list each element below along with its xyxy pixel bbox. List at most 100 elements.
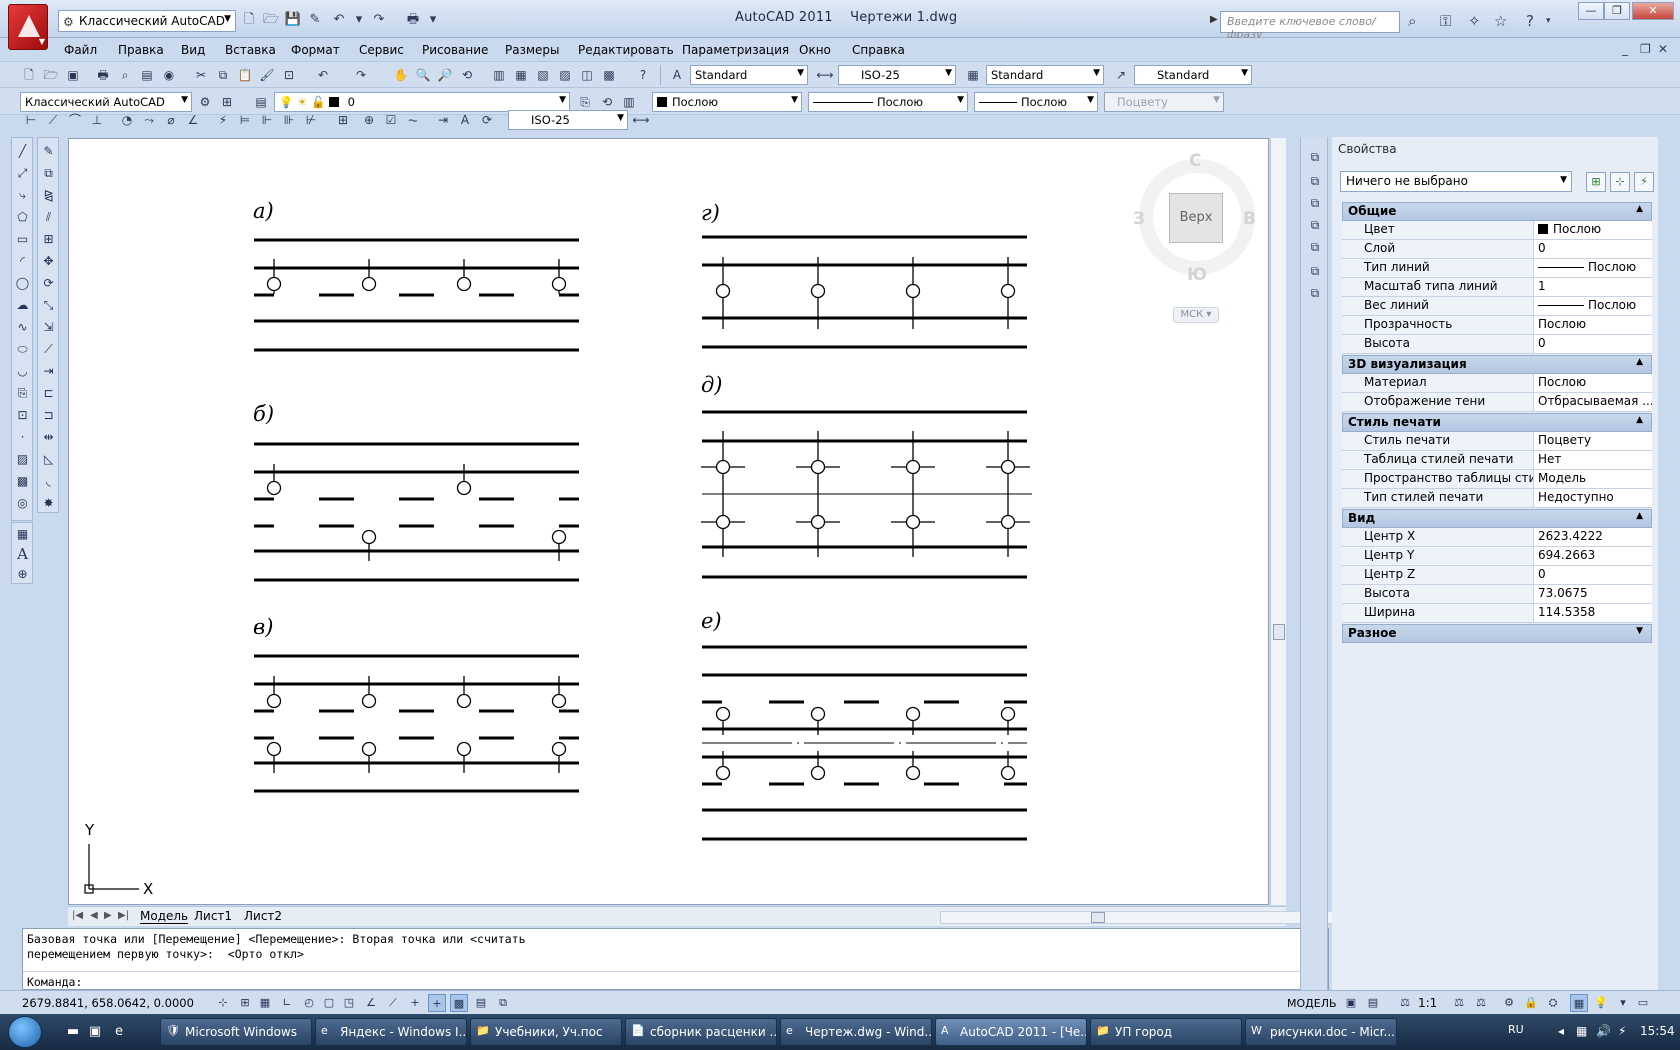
start-button[interactable] — [8, 1016, 42, 1048]
undo-dropdown-icon[interactable]: ▾ — [350, 11, 368, 29]
property-value-cell[interactable]: Отбрасываемая ... — [1534, 393, 1652, 411]
palette-icon-2[interactable]: ⧉ — [1305, 171, 1325, 191]
property-row[interactable]: Тип стилей печати Недоступно — [1342, 489, 1652, 508]
zoom-previous-icon[interactable]: ⟲ — [458, 66, 476, 84]
help-icon[interactable]: ? — [634, 66, 652, 84]
print-icon[interactable]: 🖶 — [404, 11, 422, 29]
move-icon[interactable]: ✥ — [39, 252, 58, 271]
help-icon[interactable]: ? — [1526, 12, 1534, 30]
tray-clock[interactable]: 15:54 — [1640, 1024, 1675, 1038]
construction-line-icon[interactable]: ⤢ — [13, 164, 32, 183]
grid-display-icon[interactable]: ▦ — [256, 994, 274, 1012]
property-row[interactable]: Вес линий Послою — [1342, 297, 1652, 316]
multileader-style-select[interactable]: Standard ▼ — [1134, 65, 1252, 85]
property-value-cell[interactable]: 0 — [1534, 335, 1652, 353]
revision-cloud-icon[interactable]: ☁ — [13, 296, 32, 315]
property-value-cell[interactable]: 73.0675 — [1534, 585, 1652, 603]
property-value-cell[interactable]: Послою — [1534, 374, 1652, 392]
property-value-cell[interactable]: 1 — [1534, 278, 1652, 296]
palette-icon-6[interactable]: ⧉ — [1305, 261, 1325, 281]
palette-icon-4[interactable]: ⧉ — [1305, 215, 1325, 235]
doc-minimize-icon[interactable]: _ — [1622, 42, 1628, 56]
show-desktop-icon[interactable]: ▬ — [64, 1023, 82, 1041]
communication-center-icon[interactable]: ✧ — [1468, 12, 1481, 30]
ie-icon[interactable]: e — [110, 1023, 128, 1041]
property-value-cell[interactable]: 0 — [1534, 240, 1652, 258]
palette-icon-3[interactable]: ⧉ — [1305, 193, 1325, 213]
property-category[interactable]: Стиль печати ▲ — [1342, 413, 1652, 432]
favorites-star-icon[interactable]: ☆ — [1494, 12, 1507, 30]
isolate-objects-icon[interactable]: ▦ — [1570, 994, 1588, 1012]
property-value-cell[interactable]: 114.5358 — [1534, 604, 1652, 622]
tab-model[interactable]: Модель — [140, 909, 189, 924]
tab-last-icon[interactable]: ▶| — [118, 910, 129, 921]
menu-tools[interactable]: Сервис — [359, 43, 404, 57]
vertical-scrollbar[interactable] — [1270, 138, 1286, 905]
snap-mode-icon[interactable]: ⊞ — [236, 994, 254, 1012]
rectangle-icon[interactable]: ▭ — [13, 230, 32, 249]
baseline-dim-icon[interactable]: ⊨ — [236, 111, 254, 129]
pan-icon[interactable]: ✋ — [392, 66, 410, 84]
zoom-realtime-icon[interactable]: 🔍 — [414, 66, 432, 84]
compass-west[interactable]: З — [1133, 209, 1145, 229]
new-file-icon[interactable]: 🗋 — [240, 11, 258, 29]
menu-draw[interactable]: Рисование — [422, 43, 488, 57]
tab-layout2[interactable]: Лист2 — [244, 909, 282, 923]
continue-dim-icon[interactable]: ⊩ — [258, 111, 276, 129]
inspection-icon[interactable]: ☑ — [382, 111, 400, 129]
ellipse-arc-icon[interactable]: ◡ — [13, 362, 32, 381]
tab-first-icon[interactable]: |◀ — [72, 910, 83, 921]
command-line[interactable]: Базовая точка или [Перемещение] <Перемещ… — [22, 928, 1329, 990]
property-row[interactable]: Высота 73.0675 — [1342, 585, 1652, 604]
offset-icon[interactable]: ⫽ — [39, 208, 58, 227]
multileader-style-icon[interactable]: ↗ — [1112, 66, 1130, 84]
help-dropdown-icon[interactable]: ▾ — [1546, 16, 1551, 26]
status-menu-icon[interactable]: ▾ — [1614, 994, 1632, 1012]
ordinate-dim-icon[interactable]: ⊥ — [88, 111, 106, 129]
property-value-cell[interactable]: Поцвету — [1534, 432, 1652, 450]
save-as-icon[interactable]: ✎ — [306, 11, 324, 29]
collapse-icon[interactable]: ▲ — [1636, 357, 1643, 367]
dynamic-ucs-icon[interactable]: ⟋ — [384, 994, 402, 1012]
explode-icon[interactable]: ✸ — [39, 494, 58, 513]
dim-style-select[interactable]: ISO-25 ▼ — [838, 65, 956, 85]
fillet-icon[interactable]: ◟ — [39, 472, 58, 491]
publish-icon[interactable]: ▤ — [138, 66, 156, 84]
menu-window[interactable]: Окно — [799, 43, 831, 57]
taskbar-item[interactable]: 📁 Учебники, Уч.пос — [470, 1018, 622, 1046]
plot-preview-icon[interactable]: ⌕ — [116, 66, 134, 84]
trim-icon[interactable]: ⟋ — [39, 340, 58, 359]
horizontal-scroll-thumb[interactable] — [1091, 912, 1105, 923]
chamfer-icon[interactable]: ◺ — [39, 450, 58, 469]
collapse-icon[interactable]: ▲ — [1636, 204, 1643, 214]
linetype-select[interactable]: Послою ▼ — [808, 92, 968, 112]
qnew-icon[interactable]: 🗋 — [20, 66, 38, 84]
property-row[interactable]: Масштаб типа линий 1 — [1342, 278, 1652, 297]
save-icon[interactable]: 💾 — [284, 11, 302, 29]
menu-parametric[interactable]: Параметризация — [682, 43, 789, 57]
clean-screen-icon[interactable]: ▭ — [1634, 994, 1652, 1012]
property-value-cell[interactable]: Недоступно — [1534, 489, 1652, 507]
property-value-cell[interactable]: Послою — [1534, 316, 1652, 334]
save-icon[interactable]: ▣ — [64, 66, 82, 84]
polar-tracking-icon[interactable]: ◴ — [300, 994, 318, 1012]
toggle-pickadd-icon[interactable]: ⊞ — [1586, 172, 1606, 192]
lineweight-select[interactable]: Послою ▼ — [974, 92, 1098, 112]
arc-icon[interactable]: ◜ — [13, 252, 32, 271]
match-properties-icon[interactable]: 🖌 — [258, 66, 276, 84]
annotation-scale-icon[interactable]: ⚖ — [1396, 994, 1414, 1012]
3d-dwf-icon[interactable]: ◉ — [160, 66, 178, 84]
jogged-linear-icon[interactable]: ⏦ — [404, 111, 422, 129]
vertical-scroll-thumb[interactable] — [1273, 624, 1285, 640]
cursor-coordinates[interactable]: 2679.8841, 658.0642, 0.0000 — [22, 996, 194, 1010]
drawing-area[interactable]: а) б) в) г) д) е) Y X — [68, 138, 1269, 905]
extend-icon[interactable]: ⇥ — [39, 362, 58, 381]
infer-constraints-icon[interactable]: ⊹ — [214, 994, 232, 1012]
radius-dim-icon[interactable]: ◔ — [118, 111, 136, 129]
search-expand-icon[interactable]: ▶ — [1210, 14, 1218, 25]
sheet-set-icon[interactable]: ▨ — [556, 66, 574, 84]
property-row[interactable]: Высота 0 — [1342, 335, 1652, 354]
volume-icon[interactable]: 🔊 — [1596, 1024, 1611, 1038]
property-category[interactable]: Вид ▲ — [1342, 509, 1652, 528]
table-style-select[interactable]: Standard ▼ — [986, 65, 1104, 85]
